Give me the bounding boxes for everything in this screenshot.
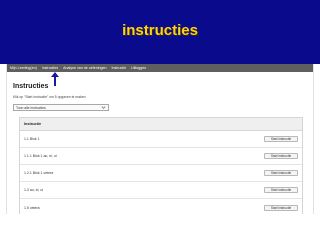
chevron-down-icon xyxy=(101,106,106,109)
row-label: 1.2.1 Blok 1 cetera xyxy=(24,171,54,175)
page-subtitle: Klik op "Start instructie" om 5 opgaven … xyxy=(13,95,87,99)
start-instruction-button[interactable]: Start instructie xyxy=(264,170,298,176)
filter-selected-value: Toon alle instructies xyxy=(16,105,46,110)
instructions-table: Instructie 1.1 Blok 1 Start instructie 1… xyxy=(19,117,303,214)
row-label: 1.3 au, ei, ui xyxy=(24,188,44,192)
nav-item-instructie[interactable]: Instructie xyxy=(112,64,127,72)
row-label: 1.1 Blok 1 xyxy=(24,137,40,141)
instruction-filter-select[interactable]: Toon alle instructies xyxy=(13,104,109,111)
table-header: Instructie xyxy=(20,118,302,131)
table-header-label: Instructie xyxy=(24,122,42,126)
nav-item-instructies[interactable]: Instructies xyxy=(42,64,58,72)
table-row: 1.3 au, ei, ui Start instructie xyxy=(20,182,302,199)
table-row: 1.5 cetera Start instructie xyxy=(20,199,302,214)
table-row: 1.1.1 Blok 1 au, ei, ui Start instructie xyxy=(20,148,302,165)
start-instruction-button[interactable]: Start instructie xyxy=(264,136,298,142)
row-label: 1.1.1 Blok 1 au, ei, ui xyxy=(24,154,57,158)
start-instruction-button[interactable]: Start instructie xyxy=(264,153,298,159)
table-row: 1.2.1 Blok 1 cetera Start instructie xyxy=(20,165,302,182)
start-instruction-button[interactable]: Start instructie xyxy=(264,187,298,193)
row-label: 1.5 cetera xyxy=(24,205,40,210)
top-navbar: Mijn Leerling(en) Instructies Analyse va… xyxy=(7,64,313,72)
table-row: 1.1 Blok 1 Start instructie xyxy=(20,131,302,148)
start-instruction-button[interactable]: Start instructie xyxy=(264,204,298,211)
nav-item-uitloggen[interactable]: Uitloggen xyxy=(131,64,146,72)
pointer-arrow-icon xyxy=(51,72,59,86)
slide-title: instructies xyxy=(122,22,198,39)
nav-item-mijn-leerlingen[interactable]: Mijn Leerling(en) xyxy=(10,64,37,72)
app-screenshot: Mijn Leerling(en) Instructies Analyse va… xyxy=(6,64,314,214)
nav-item-analyse[interactable]: Analyse van de oefeningen xyxy=(63,64,106,72)
page-title: Instructies xyxy=(13,83,49,90)
